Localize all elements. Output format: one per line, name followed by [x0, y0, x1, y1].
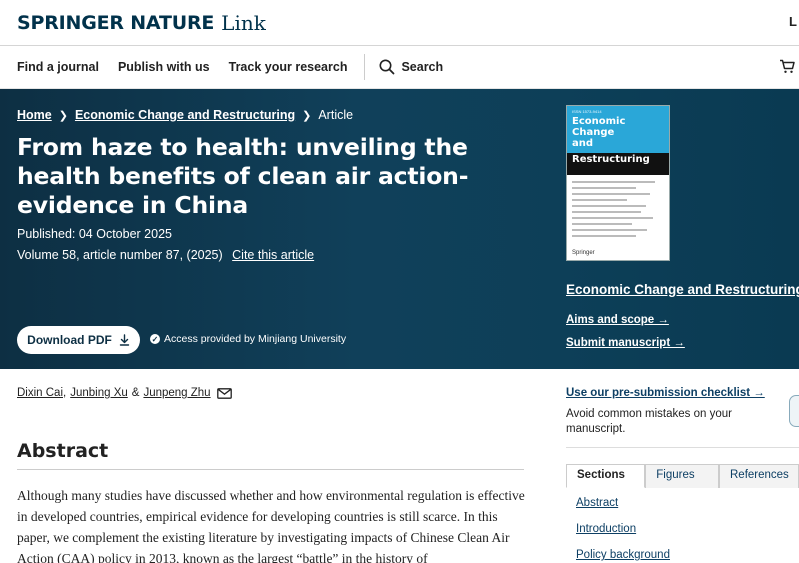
volume-text: Volume 58, article number 87, (2025): [17, 248, 223, 262]
pre-submission-checklist-link[interactable]: Use our pre-submission checklist →: [566, 387, 765, 399]
login-link[interactable]: L: [789, 14, 799, 29]
author-link[interactable]: Dixin Cai: [17, 387, 63, 399]
chevron-right-icon: ❯: [302, 109, 312, 122]
search-button[interactable]: Search: [379, 59, 443, 75]
cover-contents: [567, 175, 669, 237]
sidebar-divider: [566, 447, 799, 448]
author-link[interactable]: Junpeng Zhu: [143, 387, 210, 399]
section-link-introduction[interactable]: Introduction: [576, 523, 636, 535]
springer-nature-logo[interactable]: SPRINGER NATURE: [17, 12, 214, 34]
abstract-text: Although many studies have discussed whe…: [17, 488, 525, 563]
cover-title-bottom: Restructuring: [572, 154, 650, 165]
cover-header: ISSN 1573-9414 Economic Change and: [567, 106, 669, 153]
download-pdf-label: Download PDF: [27, 333, 112, 347]
tab-figures[interactable]: Figures: [645, 464, 719, 488]
volume-info: Volume 58, article number 87, (2025) Cit…: [17, 248, 314, 262]
download-icon: [119, 334, 130, 346]
cover-issn: ISSN 1573-9414: [572, 109, 602, 114]
search-icon: [379, 59, 395, 75]
breadcrumb: Home ❯ Economic Change and Restructuring…: [17, 108, 353, 122]
search-label: Search: [401, 60, 444, 74]
cart-icon: [780, 59, 795, 73]
section-link-abstract[interactable]: Abstract: [576, 497, 618, 509]
feedback-tab[interactable]: [789, 395, 799, 427]
tab-sections[interactable]: Sections: [566, 464, 646, 488]
nav-find-journal[interactable]: Find a journal: [17, 60, 99, 74]
access-notice: ✓ Access provided by Minjiang University: [150, 333, 346, 345]
link-logo-text[interactable]: Link: [221, 11, 266, 35]
author-link[interactable]: Junbing Xu: [70, 387, 128, 399]
cover-publisher: Springer: [572, 250, 595, 256]
author-list: Dixin Cai, Junbing Xu & Junpeng Zhu: [17, 387, 232, 399]
breadcrumb-home[interactable]: Home: [17, 108, 52, 122]
checklist-description: Avoid common mistakes on your manuscript…: [566, 408, 732, 435]
journal-cover[interactable]: ISSN 1573-9414 Economic Change and Restr…: [566, 105, 670, 261]
download-pdf-button[interactable]: Download PDF: [17, 326, 140, 354]
journal-name-link[interactable]: Economic Change and Restructuring: [566, 282, 799, 297]
author-ampersand: &: [131, 387, 140, 399]
section-link-policy-background[interactable]: Policy background: [576, 549, 670, 561]
nav-track-research[interactable]: Track your research: [229, 60, 348, 74]
cart-button[interactable]: [779, 59, 795, 79]
check-circle-icon: ✓: [150, 334, 160, 344]
published-date: Published: 04 October 2025: [17, 227, 172, 241]
tab-references[interactable]: References: [719, 464, 799, 488]
cover-title-top: Economic Change and: [572, 116, 626, 149]
site-header: SPRINGER NATURE Link L: [0, 0, 799, 46]
main-nav: Find a journal Publish with us Track you…: [0, 46, 799, 89]
nav-divider: [364, 54, 366, 80]
abstract-heading: Abstract: [17, 440, 109, 462]
breadcrumb-journal[interactable]: Economic Change and Restructuring: [75, 108, 295, 122]
breadcrumb-current: Article: [318, 108, 354, 122]
aims-scope-link[interactable]: Aims and scope →: [566, 314, 669, 326]
submit-manuscript-link[interactable]: Submit manuscript →: [566, 337, 685, 349]
cite-article-link[interactable]: Cite this article: [232, 248, 314, 262]
chevron-right-icon: ❯: [58, 109, 68, 122]
article-title: From haze to health: unveiling the healt…: [17, 133, 469, 219]
mail-icon[interactable]: [216, 387, 232, 399]
sidebar-tabs: Sections Figures References: [566, 464, 799, 488]
article-hero: Home ❯ Economic Change and Restructuring…: [0, 89, 799, 369]
abstract-divider: [17, 469, 524, 470]
cover-band: Restructuring: [567, 153, 669, 175]
nav-publish-with-us[interactable]: Publish with us: [118, 60, 210, 74]
access-text: Access provided by Minjiang University: [164, 333, 347, 345]
